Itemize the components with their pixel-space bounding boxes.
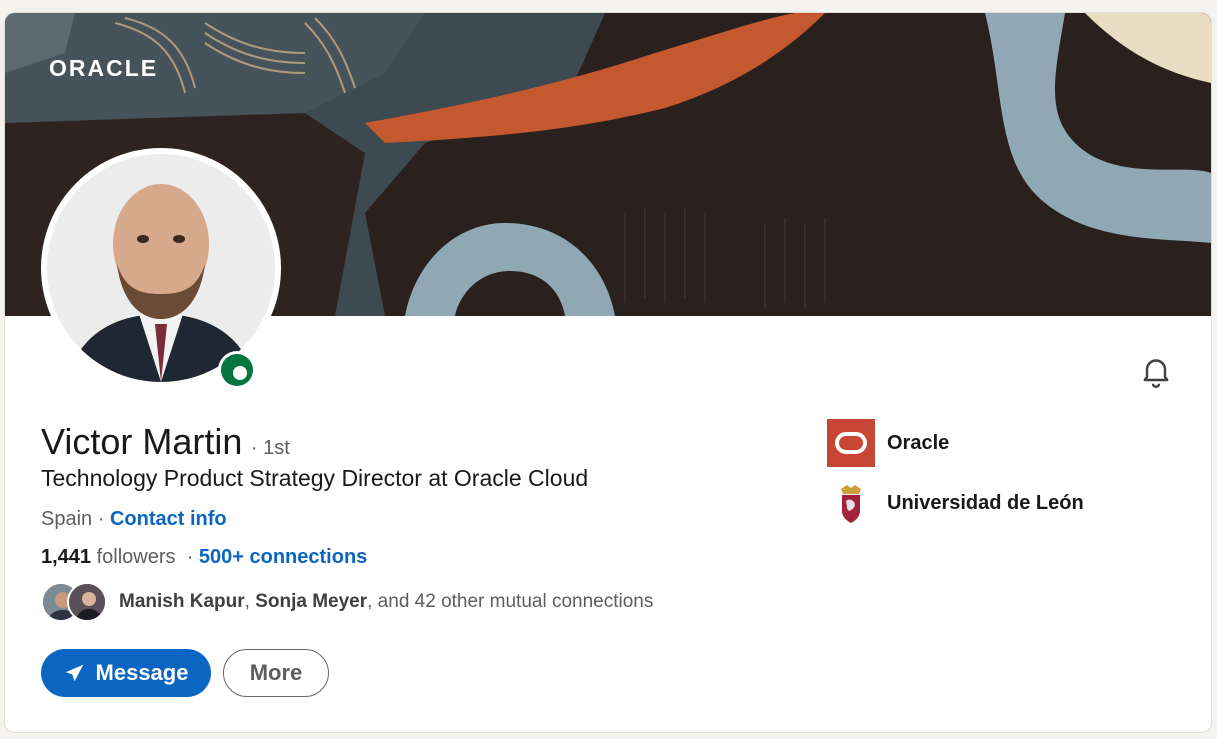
- connections-link[interactable]: 500+ connections: [199, 546, 367, 568]
- university-crest-icon: [827, 479, 875, 527]
- mutual-rest: , and 42 other mutual connections: [367, 591, 654, 612]
- contact-info-link[interactable]: Contact info: [110, 508, 227, 530]
- location-row: Spain · Contact info: [41, 508, 227, 531]
- profile-name: Victor Martin: [41, 421, 243, 462]
- followers-label: followers: [91, 546, 176, 568]
- experience-summary: Oracle Universidad de León: [827, 418, 1084, 538]
- bell-icon[interactable]: [1138, 353, 1174, 389]
- experience-item-universidad[interactable]: Universidad de León: [827, 478, 1084, 528]
- experience-item-oracle[interactable]: Oracle: [827, 418, 1084, 468]
- mutual-connections-row[interactable]: Manish Kapur, Sonja Meyer, and 42 other …: [41, 580, 653, 624]
- mutual-avatars: [41, 580, 111, 624]
- more-button-label: More: [249, 660, 303, 685]
- profile-headline: Technology Product Strategy Director at …: [41, 465, 589, 491]
- message-button[interactable]: Message: [41, 649, 211, 697]
- experience-item-label: Universidad de León: [887, 491, 1084, 514]
- online-status-indicator: [218, 351, 256, 389]
- profile-photo-image: [47, 154, 275, 382]
- action-buttons: Message More: [41, 649, 329, 697]
- mutual-name-1: Manish Kapur: [119, 591, 245, 612]
- mutual-name-2: Sonja Meyer: [255, 591, 368, 612]
- profile-location: Spain: [41, 508, 93, 530]
- name-row: Victor Martin · 1st: [41, 421, 290, 463]
- send-icon: [65, 664, 83, 682]
- oracle-banner-logo: ORACLE: [49, 55, 159, 81]
- location-separator: ·: [92, 508, 110, 530]
- oracle-logo-icon: [827, 419, 875, 467]
- followers-count: 1,441: [41, 546, 92, 568]
- avatar: [67, 582, 107, 622]
- experience-item-label: Oracle: [887, 431, 950, 454]
- profile-card: ORACLE Victor Martin · 1st Technology Pr…: [5, 13, 1211, 732]
- message-button-label: Message: [95, 660, 189, 685]
- more-button[interactable]: More: [223, 649, 329, 697]
- connection-degree: · 1st: [250, 437, 290, 459]
- followers-separator: ·: [175, 546, 199, 568]
- mutual-separator: ,: [244, 591, 256, 612]
- followers-row: 1,441 followers · 500+ connections: [41, 546, 367, 569]
